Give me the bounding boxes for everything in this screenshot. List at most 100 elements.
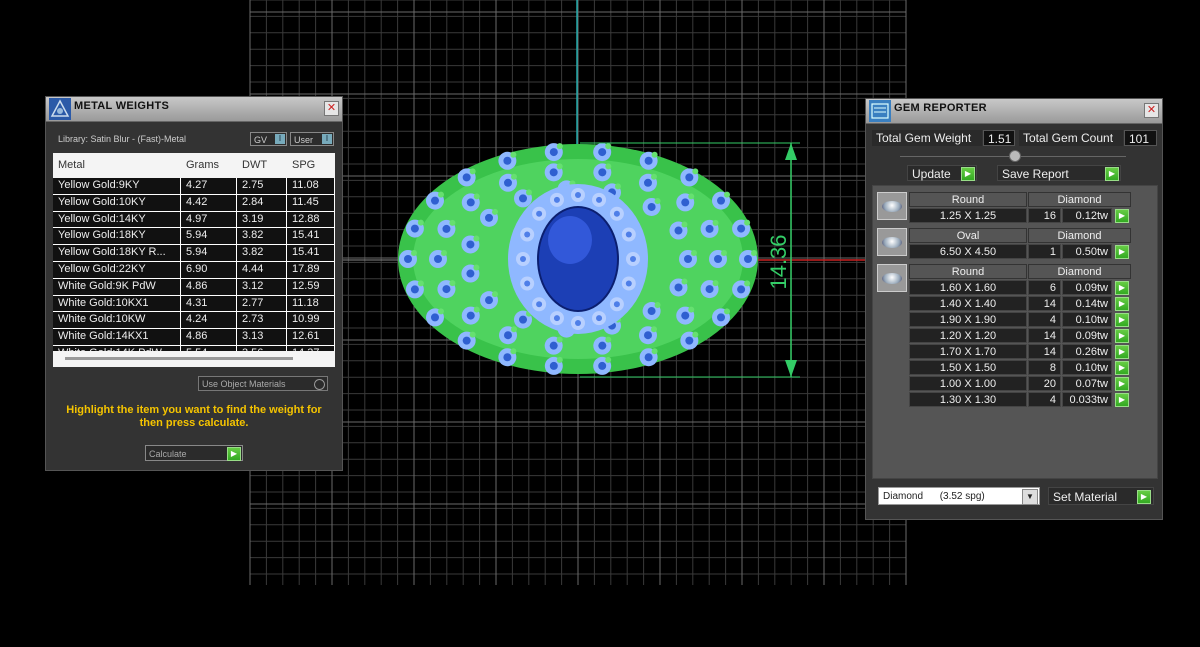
ring-model[interactable] <box>398 143 758 375</box>
table-cell: 12.61 <box>287 329 335 345</box>
column-header-spg[interactable]: SPG <box>287 153 335 178</box>
gem-count-cell: 14 <box>1028 328 1061 343</box>
table-cell: White Gold:14KX1 <box>53 329 181 345</box>
gem-weight-cell: 0.50tw <box>1062 244 1112 259</box>
table-row[interactable]: White Gold:10KX1 4.31 2.77 11.18 <box>53 295 335 313</box>
select-gem-button[interactable]: ▶ <box>1115 297 1129 311</box>
gem-weight-cell: 0.26tw <box>1062 344 1112 359</box>
table-row[interactable]: White Gold:10KW 4.24 2.73 10.99 <box>53 312 335 330</box>
metal-weights-panel: METAL WEIGHTS ✕ Library: Satin Blur - (F… <box>45 96 343 471</box>
table-cell: 12.88 <box>287 211 335 228</box>
gem-shape-header: Round <box>909 192 1027 207</box>
table-cell: 2.73 <box>237 312 287 329</box>
gem-count-cell: 4 <box>1028 392 1061 407</box>
select-gem-button[interactable]: ▶ <box>1115 209 1129 223</box>
gem-size-cell: 1.40 X 1.40 <box>909 296 1027 311</box>
table-cell: 3.82 <box>237 228 287 245</box>
table-cell: 3.82 <box>237 245 287 261</box>
save-report-button[interactable]: Save Report ▶ <box>997 165 1121 181</box>
gem-count-cell: 14 <box>1028 344 1061 359</box>
table-cell: 12.59 <box>287 278 335 295</box>
material-select[interactable]: Diamond (3.52 spg) ▼ <box>878 487 1040 505</box>
table-cell: 4.86 <box>181 278 237 295</box>
gem-weight-cell: 0.10tw <box>1062 312 1112 327</box>
close-icon[interactable]: ✕ <box>1144 103 1159 118</box>
user-toggle[interactable]: User I <box>290 132 334 146</box>
table-row[interactable]: Yellow Gold:18KY 5.94 3.82 15.41 <box>53 228 335 246</box>
gem-size-cell: 1.70 X 1.70 <box>909 344 1027 359</box>
gem-weight-cell: 0.14tw <box>1062 296 1112 311</box>
gem-reporter-title: GEM REPORTER <box>894 102 987 114</box>
use-object-materials-label: Use Object Materials <box>202 379 286 389</box>
gem-shape-icon <box>877 264 907 292</box>
use-object-materials-toggle[interactable]: Use Object Materials <box>198 376 328 391</box>
gem-weight-cell: 0.12tw <box>1062 208 1112 223</box>
table-cell: Yellow Gold:22KY <box>53 261 181 278</box>
user-checkbox-icon: I <box>322 134 332 144</box>
total-gem-weight-label: Total Gem Weight <box>872 130 982 146</box>
metal-table-scrollbar[interactable] <box>53 351 335 367</box>
gem-count-cell: 4 <box>1028 312 1061 327</box>
select-gem-button[interactable]: ▶ <box>1115 281 1129 295</box>
collapse-handle-icon[interactable] <box>1009 150 1021 162</box>
table-cell: 2.77 <box>237 295 287 312</box>
calculate-button[interactable]: Calculate ▶ <box>145 445 243 461</box>
column-header-dwt[interactable]: DWT <box>237 153 287 178</box>
close-icon[interactable]: ✕ <box>324 101 339 116</box>
update-button[interactable]: Update ▶ <box>907 165 977 181</box>
column-header-grams[interactable]: Grams <box>181 153 237 178</box>
select-gem-button[interactable]: ▶ <box>1115 245 1129 259</box>
metal-weights-icon <box>49 98 71 120</box>
total-gem-count-value: 101 <box>1124 130 1157 146</box>
table-cell: Yellow Gold:18KY <box>53 228 181 245</box>
select-gem-button[interactable]: ▶ <box>1115 329 1129 343</box>
set-material-label: Set Material <box>1053 490 1118 504</box>
table-cell: White Gold:9K PdW <box>53 278 181 295</box>
gem-reporter-titlebar[interactable]: GEM REPORTER ✕ <box>866 99 1162 124</box>
select-gem-button[interactable]: ▶ <box>1115 393 1129 407</box>
gem-reporter-panel: GEM REPORTER ✕ Total Gem Weight 1.51 Tot… <box>865 98 1163 520</box>
table-row[interactable]: Yellow Gold:18KY R... 5.94 3.82 15.41 <box>53 245 335 262</box>
gem-size-cell: 1.50 X 1.50 <box>909 360 1027 375</box>
table-cell: 2.84 <box>237 194 287 211</box>
column-header-metal[interactable]: Metal <box>53 153 181 178</box>
gem-size-cell: 6.50 X 4.50 <box>909 244 1027 259</box>
gem-weight-cell: 0.09tw <box>1062 280 1112 295</box>
table-row[interactable]: White Gold:14KX1 4.86 3.13 12.61 <box>53 329 335 346</box>
gem-count-cell: 1 <box>1028 244 1061 259</box>
table-cell: 17.89 <box>287 261 335 278</box>
gem-count-cell: 8 <box>1028 360 1061 375</box>
update-label: Update <box>912 167 951 181</box>
scrollbar-thumb[interactable] <box>65 357 293 360</box>
gem-shape-header: Round <box>909 264 1027 279</box>
select-gem-button[interactable]: ▶ <box>1115 345 1129 359</box>
table-row[interactable]: Yellow Gold:10KY 4.42 2.84 11.45 <box>53 194 335 212</box>
gem-size-cell: 1.00 X 1.00 <box>909 376 1027 391</box>
gv-toggle[interactable]: GV I <box>250 132 287 146</box>
table-cell: 6.90 <box>181 261 237 278</box>
gem-reporter-icon <box>869 100 891 122</box>
select-gem-button[interactable]: ▶ <box>1115 361 1129 375</box>
total-gem-count-label: Total Gem Count <box>1019 130 1123 146</box>
table-row[interactable]: Yellow Gold:14KY 4.97 3.19 12.88 <box>53 211 335 229</box>
gem-material-header: Diamond <box>1028 264 1131 279</box>
gem-count-cell: 6 <box>1028 280 1061 295</box>
table-row[interactable]: White Gold:9K PdW 4.86 3.12 12.59 <box>53 278 335 296</box>
set-material-button[interactable]: Set Material ▶ <box>1048 487 1154 505</box>
table-cell: 4.31 <box>181 295 237 312</box>
table-cell: 11.08 <box>287 178 335 194</box>
table-cell: 4.27 <box>181 178 237 194</box>
table-cell: 3.19 <box>237 211 287 228</box>
table-cell: 11.45 <box>287 194 335 211</box>
instruction-text: Highlight the item you want to find the … <box>66 404 322 429</box>
table-cell: White Gold:10KX1 <box>53 295 181 312</box>
gem-shape-icon <box>877 228 907 256</box>
metal-weights-titlebar[interactable]: METAL WEIGHTS ✕ <box>46 97 342 122</box>
select-gem-button[interactable]: ▶ <box>1115 313 1129 327</box>
gem-count-cell: 14 <box>1028 296 1061 311</box>
table-row[interactable]: Yellow Gold:22KY 6.90 4.44 17.89 <box>53 261 335 279</box>
select-gem-button[interactable]: ▶ <box>1115 377 1129 391</box>
table-cell: 11.18 <box>287 295 335 312</box>
table-cell: Yellow Gold:10KY <box>53 194 181 211</box>
table-row[interactable]: Yellow Gold:9KY 4.27 2.75 11.08 <box>53 178 335 195</box>
